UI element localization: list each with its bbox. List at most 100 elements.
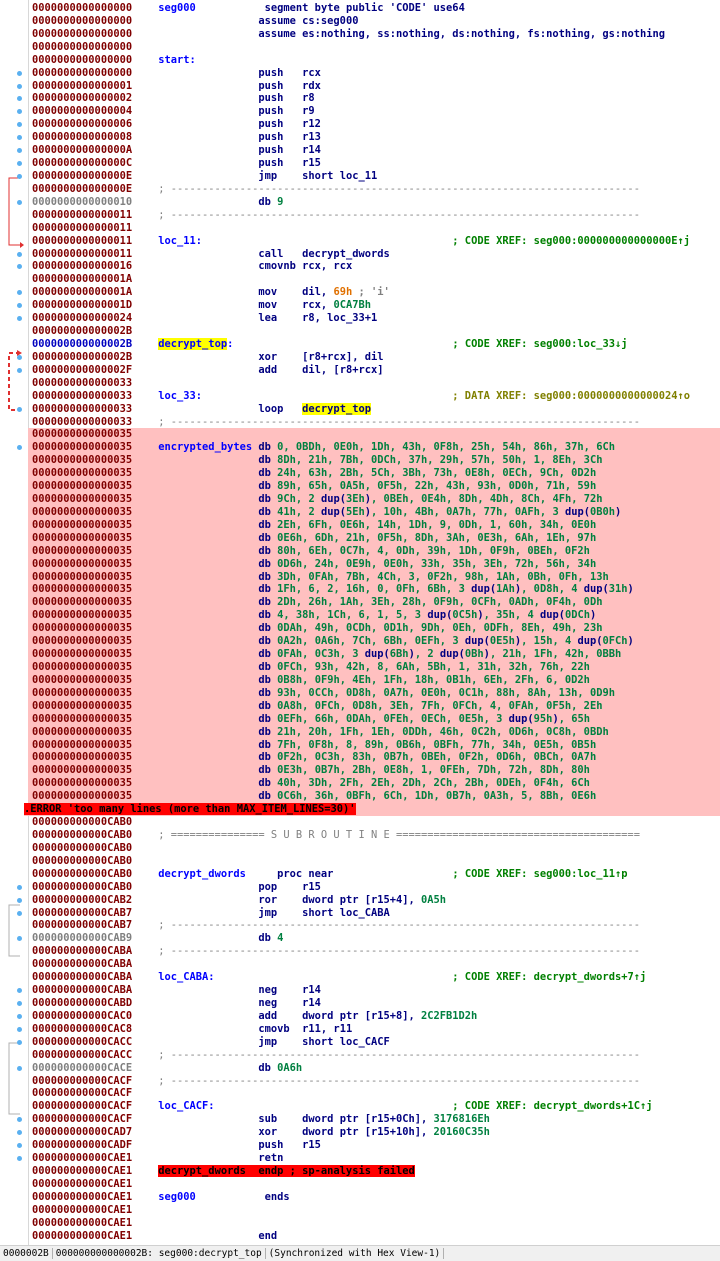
operands[interactable]: r14 [302,144,321,156]
listing-line[interactable]: 000000000000CAB0 pop r15 [17,881,720,894]
listing-line[interactable]: 0000000000000010 db 9 [17,196,720,209]
operands[interactable]: dword ptr [r15+4], [302,894,421,906]
listing-line[interactable]: 000000000000CACC jmp short loc_CACF [17,1036,720,1049]
data-line[interactable]: 0000000000000035 db 24h, 63h, 2Bh, 5Ch, … [28,467,720,481]
operands[interactable]: short loc_CABA [302,907,390,919]
data-line[interactable]: 0000000000000035 db 0FCh, 93h, 42h, 8, 6… [28,661,720,674]
operands[interactable]: dil, [r8+rcx] [302,364,383,376]
operands[interactable]: r14 [302,984,321,996]
data-line[interactable]: 0000000000000035 db 93h, 0CCh, 0D8h, 0A7… [28,686,720,700]
listing-line[interactable]: 0000000000000000 assume cs:seg000 [28,15,720,28]
operands[interactable]: r15 [302,1139,321,1151]
operands[interactable]: r9 [302,105,315,117]
operands[interactable]: r11, r11 [302,1023,352,1035]
listing-line[interactable]: 000000000000CABA neg r14 [17,984,720,997]
listing-line[interactable]: 000000000000CADF push r15 [17,1139,720,1152]
breakpoint-dot-icon[interactable] [17,70,22,76]
data-line[interactable]: 0000000000000035 db 8Dh, 21h, 7Bh, 0DCh,… [28,454,720,468]
data-xref[interactable]: ; DATA XREF: seg000:0000000000000024↑o [452,390,690,402]
listing-line[interactable]: 000000000000CAB0 decrypt_dwords proc nea… [28,868,720,881]
label-encrypted-bytes[interactable]: encrypted_bytes [158,441,252,453]
label[interactable]: seg000 [158,1191,196,1203]
listing-line[interactable]: 000000000000CABA [28,958,720,971]
data-line[interactable]: 0000000000000035 db 0E3h, 0B7h, 2Bh, 0E8… [28,764,720,778]
operand-highlighted[interactable]: decrypt_top [302,402,371,415]
listing-line[interactable]: 000000000000002F add dil, [r8+rcx] [17,364,720,377]
listing-line[interactable]: 000000000000002B [28,325,720,338]
listing-line[interactable]: 000000000000CABA loc_CABA: ; CODE XREF: … [28,971,720,984]
operands[interactable]: dword ptr [r15+0Ch], [302,1113,433,1125]
operands[interactable]: [r8+rcx], dil [302,351,383,363]
breakpoint-dot-icon[interactable] [17,1026,22,1032]
listing-line[interactable]: 0000000000000035 [28,428,720,442]
data-line[interactable]: 0000000000000035 db 0EFh, 66h, 0DAh, 0FE… [28,712,720,726]
operands[interactable]: r15 [302,157,321,169]
operands[interactable]: dword ptr [r15+10h], [302,1126,433,1138]
data-line[interactable]: 0000000000000035 db 21h, 20h, 1Fh, 1Eh, … [28,725,720,739]
label[interactable]: loc_33: [158,390,202,402]
data-line[interactable]: 0000000000000035 db 0DAh, 49h, 0CDh, 0D1… [28,622,720,636]
breakpoint-dot-icon[interactable] [17,199,22,205]
listing-line[interactable]: 000000000000CACE db 0A6h [17,1062,720,1075]
listing-line[interactable]: 0000000000000033 ; ---------------------… [28,416,720,429]
operands[interactable]: r12 [302,118,321,130]
listing-line[interactable]: 0000000000000008 push r13 [17,131,720,144]
listing-line[interactable]: 000000000000000C push r15 [17,157,720,170]
listing-line[interactable]: 0000000000000000 start: [28,54,720,67]
code-xref[interactable]: ; CODE XREF: seg000:loc_11↑p [452,868,627,880]
breakpoint-dot-icon[interactable] [17,1039,22,1045]
data-line[interactable]: 0000000000000035 db 2Dh, 26h, 1Ah, 3Eh, … [28,596,720,610]
breakpoint-dot-icon[interactable] [17,910,22,916]
operands[interactable]: r13 [302,131,321,143]
data-line[interactable]: 0000000000000035 db 0C6h, 36h, 0BFh, 6Ch… [28,790,720,804]
data-line[interactable]: 0000000000000035 db 0A2h, 0A6h, 7Ch, 6Bh… [28,635,720,649]
breakpoint-dot-icon[interactable] [17,884,22,890]
listing-line[interactable]: 000000000000CAB2 ror dword ptr [r15+4], … [17,894,720,907]
listing-line[interactable]: 000000000000CACF ; ---------------------… [28,1075,720,1088]
listing-line[interactable]: 0000000000000011 loc_11: ; CODE XREF: se… [28,235,720,248]
data-line[interactable]: 0000000000000035 db 41h, 2 dup(5Eh), 10h… [28,505,720,519]
label[interactable]: loc_CABA: [158,971,214,983]
data-line[interactable]: 0000000000000035 db 2Eh, 6Fh, 0E6h, 14h,… [28,518,720,532]
operands[interactable]: dil, [302,286,333,298]
listing-line[interactable]: 0000000000000011 ; ---------------------… [28,209,720,222]
breakpoint-dot-icon[interactable] [17,83,22,89]
listing-line[interactable]: 000000000000CAE1 [28,1204,720,1217]
listing-line[interactable]: 0000000000000006 push r12 [17,118,720,131]
listing-line[interactable]: 000000000000002B xor [r8+rcx], dil [17,351,720,364]
data-line[interactable]: 0000000000000035 db 0D6h, 24h, 0E9h, 0E0… [28,557,720,571]
breakpoint-dot-icon[interactable] [17,406,22,412]
listing-line[interactable]: 000000000000001A [28,273,720,286]
label[interactable]: start: [158,54,196,66]
operands[interactable]: r8, loc_33+1 [302,312,377,324]
operands[interactable]: rcx, rcx [302,260,352,272]
code-xref[interactable]: ; CODE XREF: decrypt_dwords+1C↑j [452,1100,652,1112]
listing-line[interactable]: 0000000000000000 seg000 segment byte pub… [28,2,720,15]
data-line[interactable]: 0000000000000035 db 3Dh, 0FAh, 7Bh, 4Ch,… [28,570,720,584]
listing-line[interactable]: 000000000000CAB0 [28,816,720,829]
operands[interactable]: r15 [302,881,321,893]
breakpoint-dot-icon[interactable] [17,1013,22,1019]
listing-line[interactable]: 0000000000000001 push rdx [17,80,720,93]
code-xref[interactable]: ; CODE XREF: seg000:000000000000000E↑j [452,235,690,247]
data-line[interactable]: 0000000000000035 db 80h, 6Eh, 0C7h, 4, 0… [28,544,720,558]
listing-line[interactable]: 000000000000CAE1 end [28,1230,720,1243]
listing-line[interactable]: 000000000000CAE1 [28,1217,720,1230]
data-line[interactable]: 0000000000000035 db 89h, 65h, 0A5h, 0F5h… [28,480,720,494]
label[interactable]: decrypt_dwords [158,868,246,880]
listing-line[interactable]: 000000000000CACC ; ---------------------… [28,1049,720,1062]
listing-line[interactable]: 000000000000CAC8 cmovb r11, r11 [17,1023,720,1036]
listing-line[interactable]: 000000000000CAD7 xor dword ptr [r15+10h]… [17,1126,720,1139]
operands[interactable]: r14 [302,997,321,1009]
data-line[interactable]: 0000000000000035 db 9Ch, 2 dup(3Eh), 0BE… [28,493,720,506]
breakpoint-dot-icon[interactable] [17,354,22,360]
breakpoint-dot-icon[interactable] [17,367,22,373]
listing-line[interactable]: 000000000000CAB0 [28,842,720,855]
listing-line[interactable]: 000000000000CABD neg r14 [17,997,720,1010]
listing-line[interactable]: 0000000000000033 loop decrypt_top [17,402,720,416]
data-line[interactable]: 0000000000000035 db 7Fh, 0F8h, 8, 89h, 0… [28,738,720,752]
data-line[interactable]: 0000000000000035 encrypted_bytes db 0, 0… [17,441,720,455]
listing-line[interactable]: 0000000000000000 assume es:nothing, ss:n… [28,28,720,41]
breakpoint-dot-icon[interactable] [17,173,22,179]
operands[interactable]: dword ptr [r15+8], [302,1010,421,1022]
